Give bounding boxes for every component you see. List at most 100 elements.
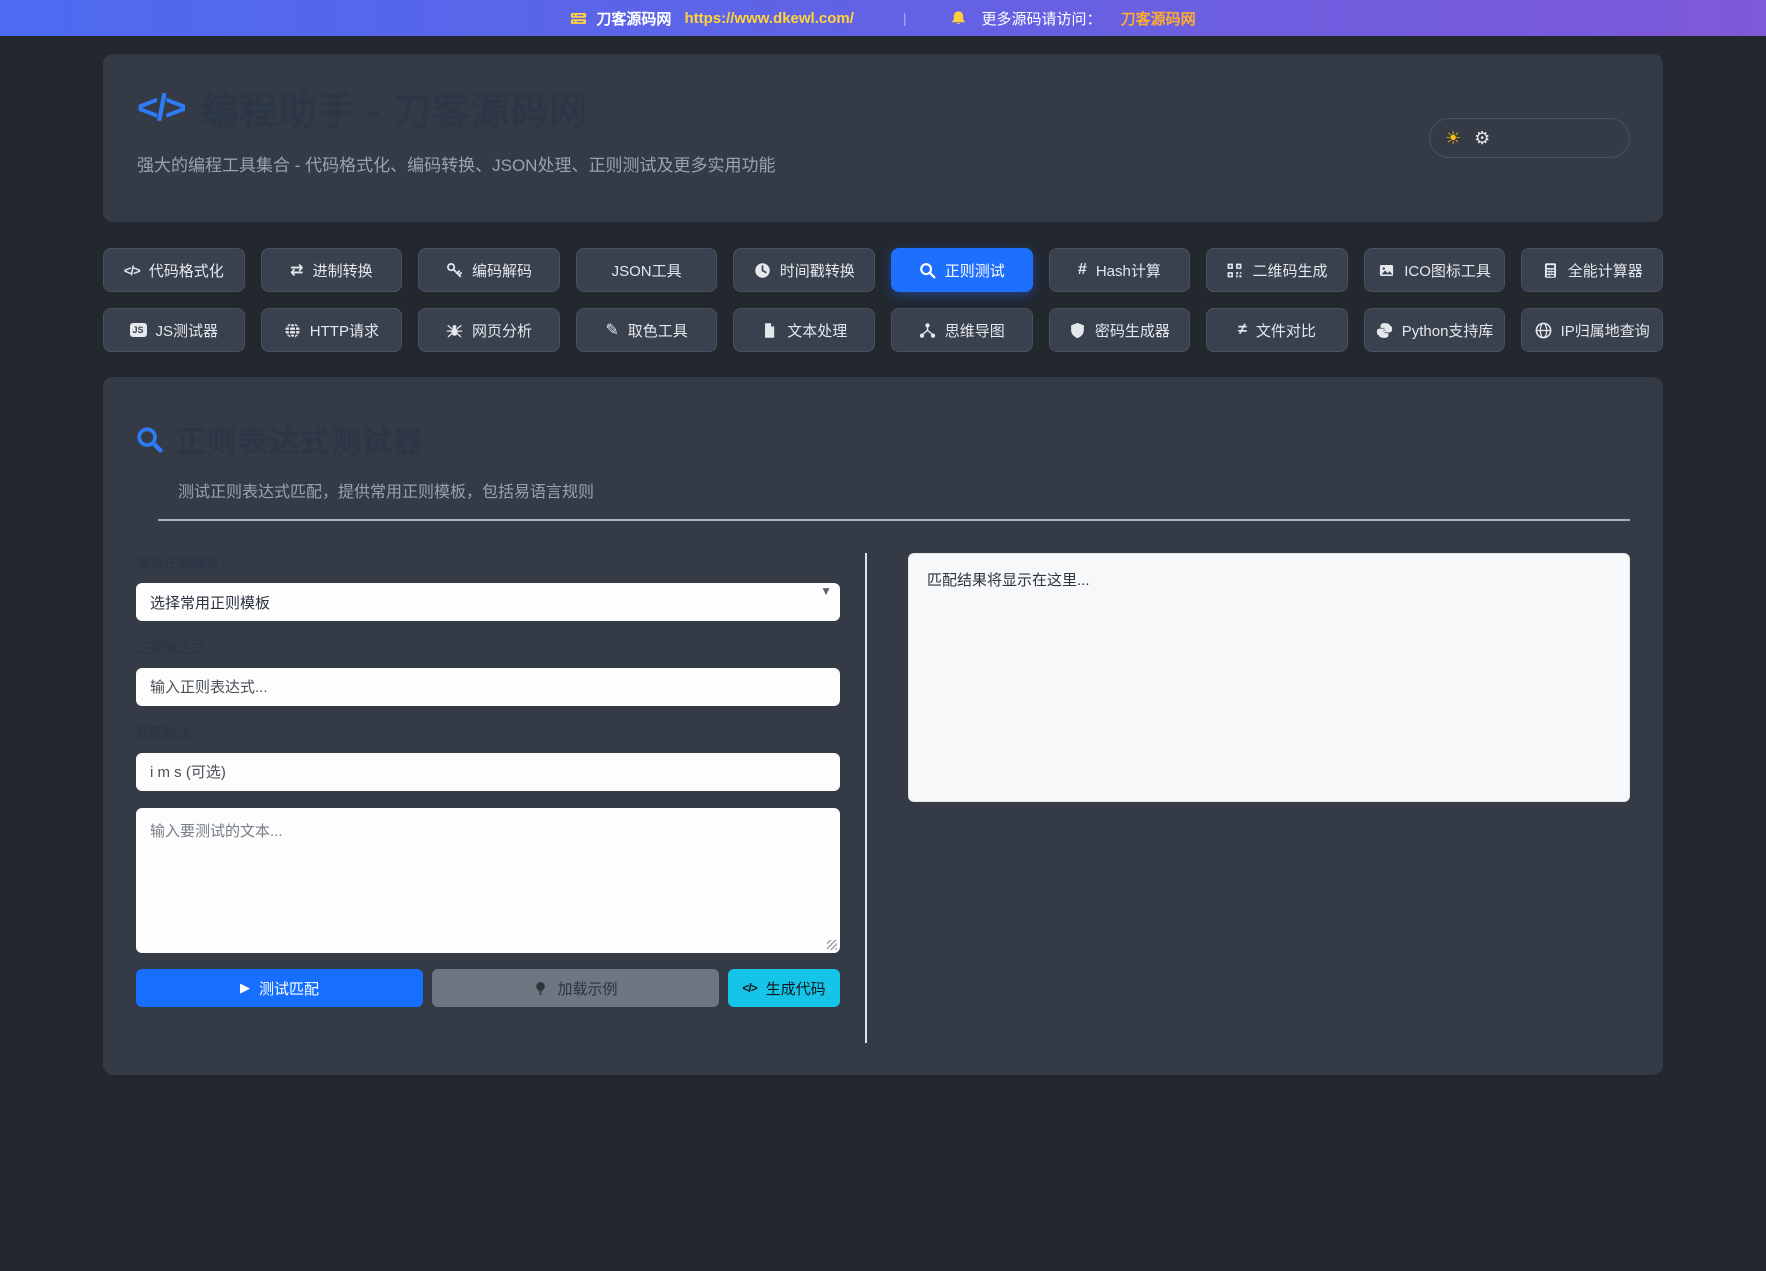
js-icon: JS xyxy=(130,323,147,337)
tab-label: 密码生成器 xyxy=(1095,320,1170,341)
server-icon xyxy=(570,10,587,27)
tool-tabs: </> 代码格式化 ⇄ 进制转换 编码解码 JSON工具 时间戳转换 正则测试 … xyxy=(103,248,1663,352)
template-label: 常用正则模板: xyxy=(136,553,840,573)
flags-input[interactable] xyxy=(136,753,840,791)
sun-icon: ☀ xyxy=(1445,128,1461,149)
tab-label: Hash计算 xyxy=(1096,260,1161,281)
tab-label: 正则测试 xyxy=(945,260,1005,281)
bell-icon xyxy=(950,10,967,27)
tab-label: 代码格式化 xyxy=(149,260,224,281)
hash-icon: # xyxy=(1078,261,1087,279)
key-icon xyxy=(446,262,463,279)
code-icon: </> xyxy=(742,981,756,995)
button-label: 加载示例 xyxy=(557,978,617,999)
button-label: 生成代码 xyxy=(766,978,826,999)
regex-tester-panel: 正则表达式测试器 测试正则表达式匹配，提供常用正则模板，包括易语言规则 常用正则… xyxy=(103,377,1663,1075)
page-title: 编程助手 - 刀客源码网 xyxy=(201,80,589,135)
tab-label: 文本处理 xyxy=(787,320,847,341)
tab-ico-tools[interactable]: ICO图标工具 xyxy=(1364,248,1506,292)
search-icon xyxy=(919,262,936,279)
clock-icon xyxy=(754,262,771,279)
tab-password-generator[interactable]: 密码生成器 xyxy=(1049,308,1191,352)
test-match-button[interactable]: ▶ 测试匹配 xyxy=(136,969,423,1007)
image-icon xyxy=(1378,262,1395,279)
tab-hash[interactable]: # Hash计算 xyxy=(1049,248,1191,292)
tab-label: 取色工具 xyxy=(628,320,688,341)
tab-qrcode[interactable]: 二维码生成 xyxy=(1206,248,1348,292)
tab-label: Python支持库 xyxy=(1402,320,1494,341)
mindmap-icon xyxy=(919,322,936,339)
tab-encode-decode[interactable]: 编码解码 xyxy=(418,248,560,292)
ip-globe-icon xyxy=(1535,322,1552,339)
shield-icon xyxy=(1069,322,1086,339)
tab-web-analyze[interactable]: 网页分析 xyxy=(418,308,560,352)
regex-form: 常用正则模板: 选择常用正则模板 ▼ 正则表达式: 匹配标志: ▶ 测试匹配 xyxy=(136,553,840,1043)
tab-ip-lookup[interactable]: IP归属地查询 xyxy=(1521,308,1663,352)
flags-label: 匹配标志: xyxy=(136,723,840,743)
button-label: 测试匹配 xyxy=(259,978,319,999)
tab-python-libs[interactable]: Python支持库 xyxy=(1364,308,1506,352)
tab-file-diff[interactable]: ≠ 文件对比 xyxy=(1206,308,1348,352)
tab-regex-test[interactable]: 正则测试 xyxy=(891,248,1033,292)
tab-label: JS测试器 xyxy=(156,320,219,341)
header-card: </> 编程助手 - 刀客源码网 强大的编程工具集合 - 代码格式化、编码转换、… xyxy=(103,54,1663,222)
tab-label: JSON工具 xyxy=(612,260,682,281)
python-icon xyxy=(1376,322,1393,339)
search-icon xyxy=(136,426,163,453)
swap-arrows-icon: ⇄ xyxy=(290,260,303,280)
page-subtitle: 强大的编程工具集合 - 代码格式化、编码转换、JSON处理、正则测试及更多实用功… xyxy=(137,151,1630,176)
spider-icon xyxy=(446,322,463,339)
tab-js-tester[interactable]: JS JS测试器 xyxy=(103,308,245,352)
tab-json-tools[interactable]: JSON工具 xyxy=(576,248,718,292)
tab-label: 全能计算器 xyxy=(1568,260,1643,281)
regex-label: 正则表达式: xyxy=(136,638,840,658)
calculator-icon xyxy=(1542,262,1559,279)
file-icon xyxy=(761,322,778,339)
chevron-down-icon: ▼ xyxy=(820,584,832,598)
tab-label: 时间戳转换 xyxy=(780,260,855,281)
template-select[interactable]: 选择常用正则模板 ▼ xyxy=(136,583,840,621)
topbar: 刀客源码网 https://www.dkewl.com/ | 更多源码请访问： … xyxy=(0,0,1766,36)
regex-input[interactable] xyxy=(136,668,840,706)
tab-timestamp[interactable]: 时间戳转换 xyxy=(733,248,875,292)
tab-label: 思维导图 xyxy=(945,320,1005,341)
not-equal-icon: ≠ xyxy=(1238,321,1247,339)
theme-toggle[interactable]: ☀ ⚙ xyxy=(1429,118,1630,158)
tab-label: 二维码生成 xyxy=(1252,260,1327,281)
play-icon: ▶ xyxy=(240,980,250,996)
code-logo-icon: </> xyxy=(137,87,185,129)
tab-base-convert[interactable]: ⇄ 进制转换 xyxy=(261,248,403,292)
topbar-url-link[interactable]: https://www.dkewl.com/ xyxy=(684,10,853,27)
tab-code-format[interactable]: </> 代码格式化 xyxy=(103,248,245,292)
vertical-divider xyxy=(865,553,867,1043)
code-icon: </> xyxy=(124,263,140,278)
globe-icon xyxy=(284,322,301,339)
tab-label: 网页分析 xyxy=(472,320,532,341)
tab-text-process[interactable]: 文本处理 xyxy=(733,308,875,352)
panel-title: 正则表达式测试器 xyxy=(176,417,424,461)
qrcode-icon xyxy=(1226,262,1243,279)
tab-color-picker[interactable]: ✎ 取色工具 xyxy=(576,308,718,352)
match-result-box: 匹配结果将显示在这里... xyxy=(908,553,1630,802)
tab-label: 进制转换 xyxy=(313,260,373,281)
generate-code-button[interactable]: </> 生成代码 xyxy=(728,969,840,1007)
tab-calculator[interactable]: 全能计算器 xyxy=(1521,248,1663,292)
resize-handle[interactable] xyxy=(827,940,837,950)
load-example-button[interactable]: 加载示例 xyxy=(432,969,719,1007)
topbar-divider: | xyxy=(903,10,907,26)
topbar-brand-link[interactable]: 刀客源码网 xyxy=(1121,8,1196,29)
gear-icon: ⚙ xyxy=(1474,128,1490,149)
tab-label: 编码解码 xyxy=(472,260,532,281)
tab-label: 文件对比 xyxy=(1256,320,1316,341)
test-text-input[interactable] xyxy=(136,808,840,953)
lightbulb-icon xyxy=(533,981,548,996)
tab-http-request[interactable]: HTTP请求 xyxy=(261,308,403,352)
topbar-site-name: 刀客源码网 xyxy=(596,8,671,29)
panel-subtitle: 测试正则表达式匹配，提供常用正则模板，包括易语言规则 xyxy=(178,478,1630,502)
tab-mindmap[interactable]: 思维导图 xyxy=(891,308,1033,352)
divider xyxy=(158,519,1630,521)
topbar-notice: 更多源码请访问： xyxy=(982,8,1102,29)
pen-icon: ✎ xyxy=(605,320,618,340)
tab-label: IP归属地查询 xyxy=(1561,320,1650,341)
tab-label: HTTP请求 xyxy=(310,320,379,341)
